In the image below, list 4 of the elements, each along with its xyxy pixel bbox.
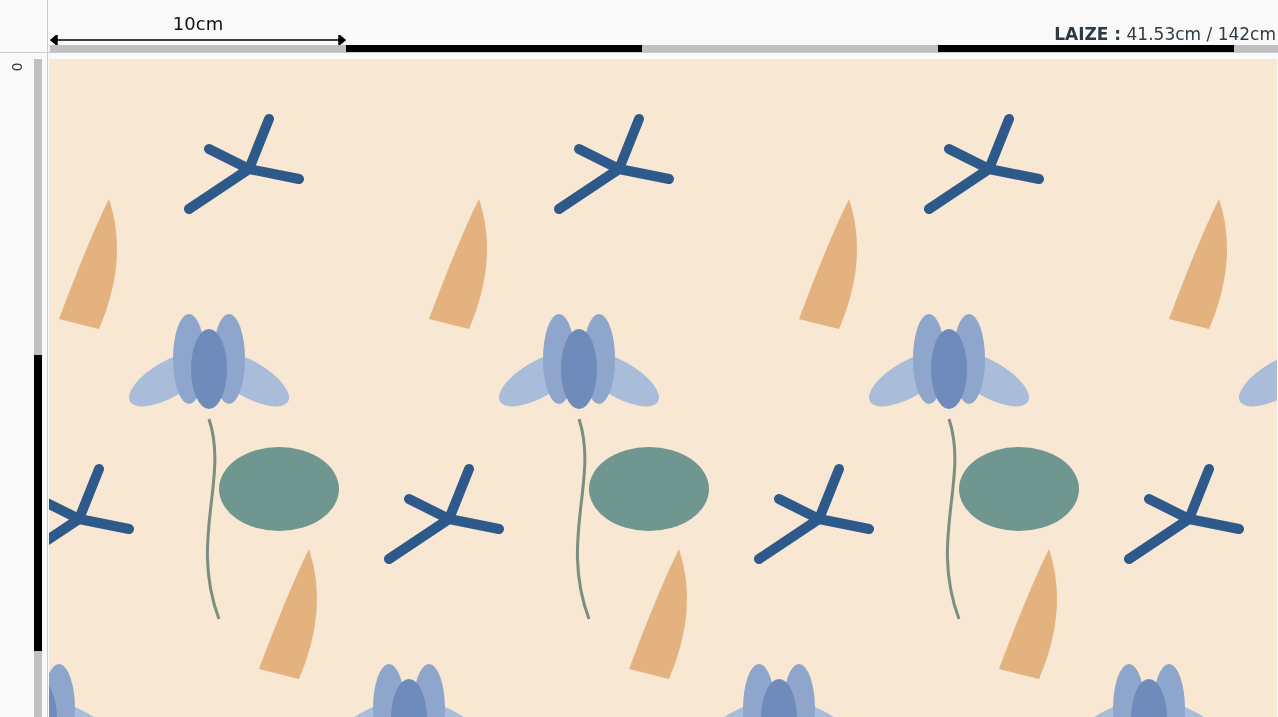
ruler-label: 0: [9, 62, 25, 72]
double-arrow-icon: [50, 35, 346, 45]
fabric-width-label: LAIZE : 41.53cm / 142cm: [1054, 24, 1277, 45]
scale-label: 10cm: [172, 13, 224, 35]
